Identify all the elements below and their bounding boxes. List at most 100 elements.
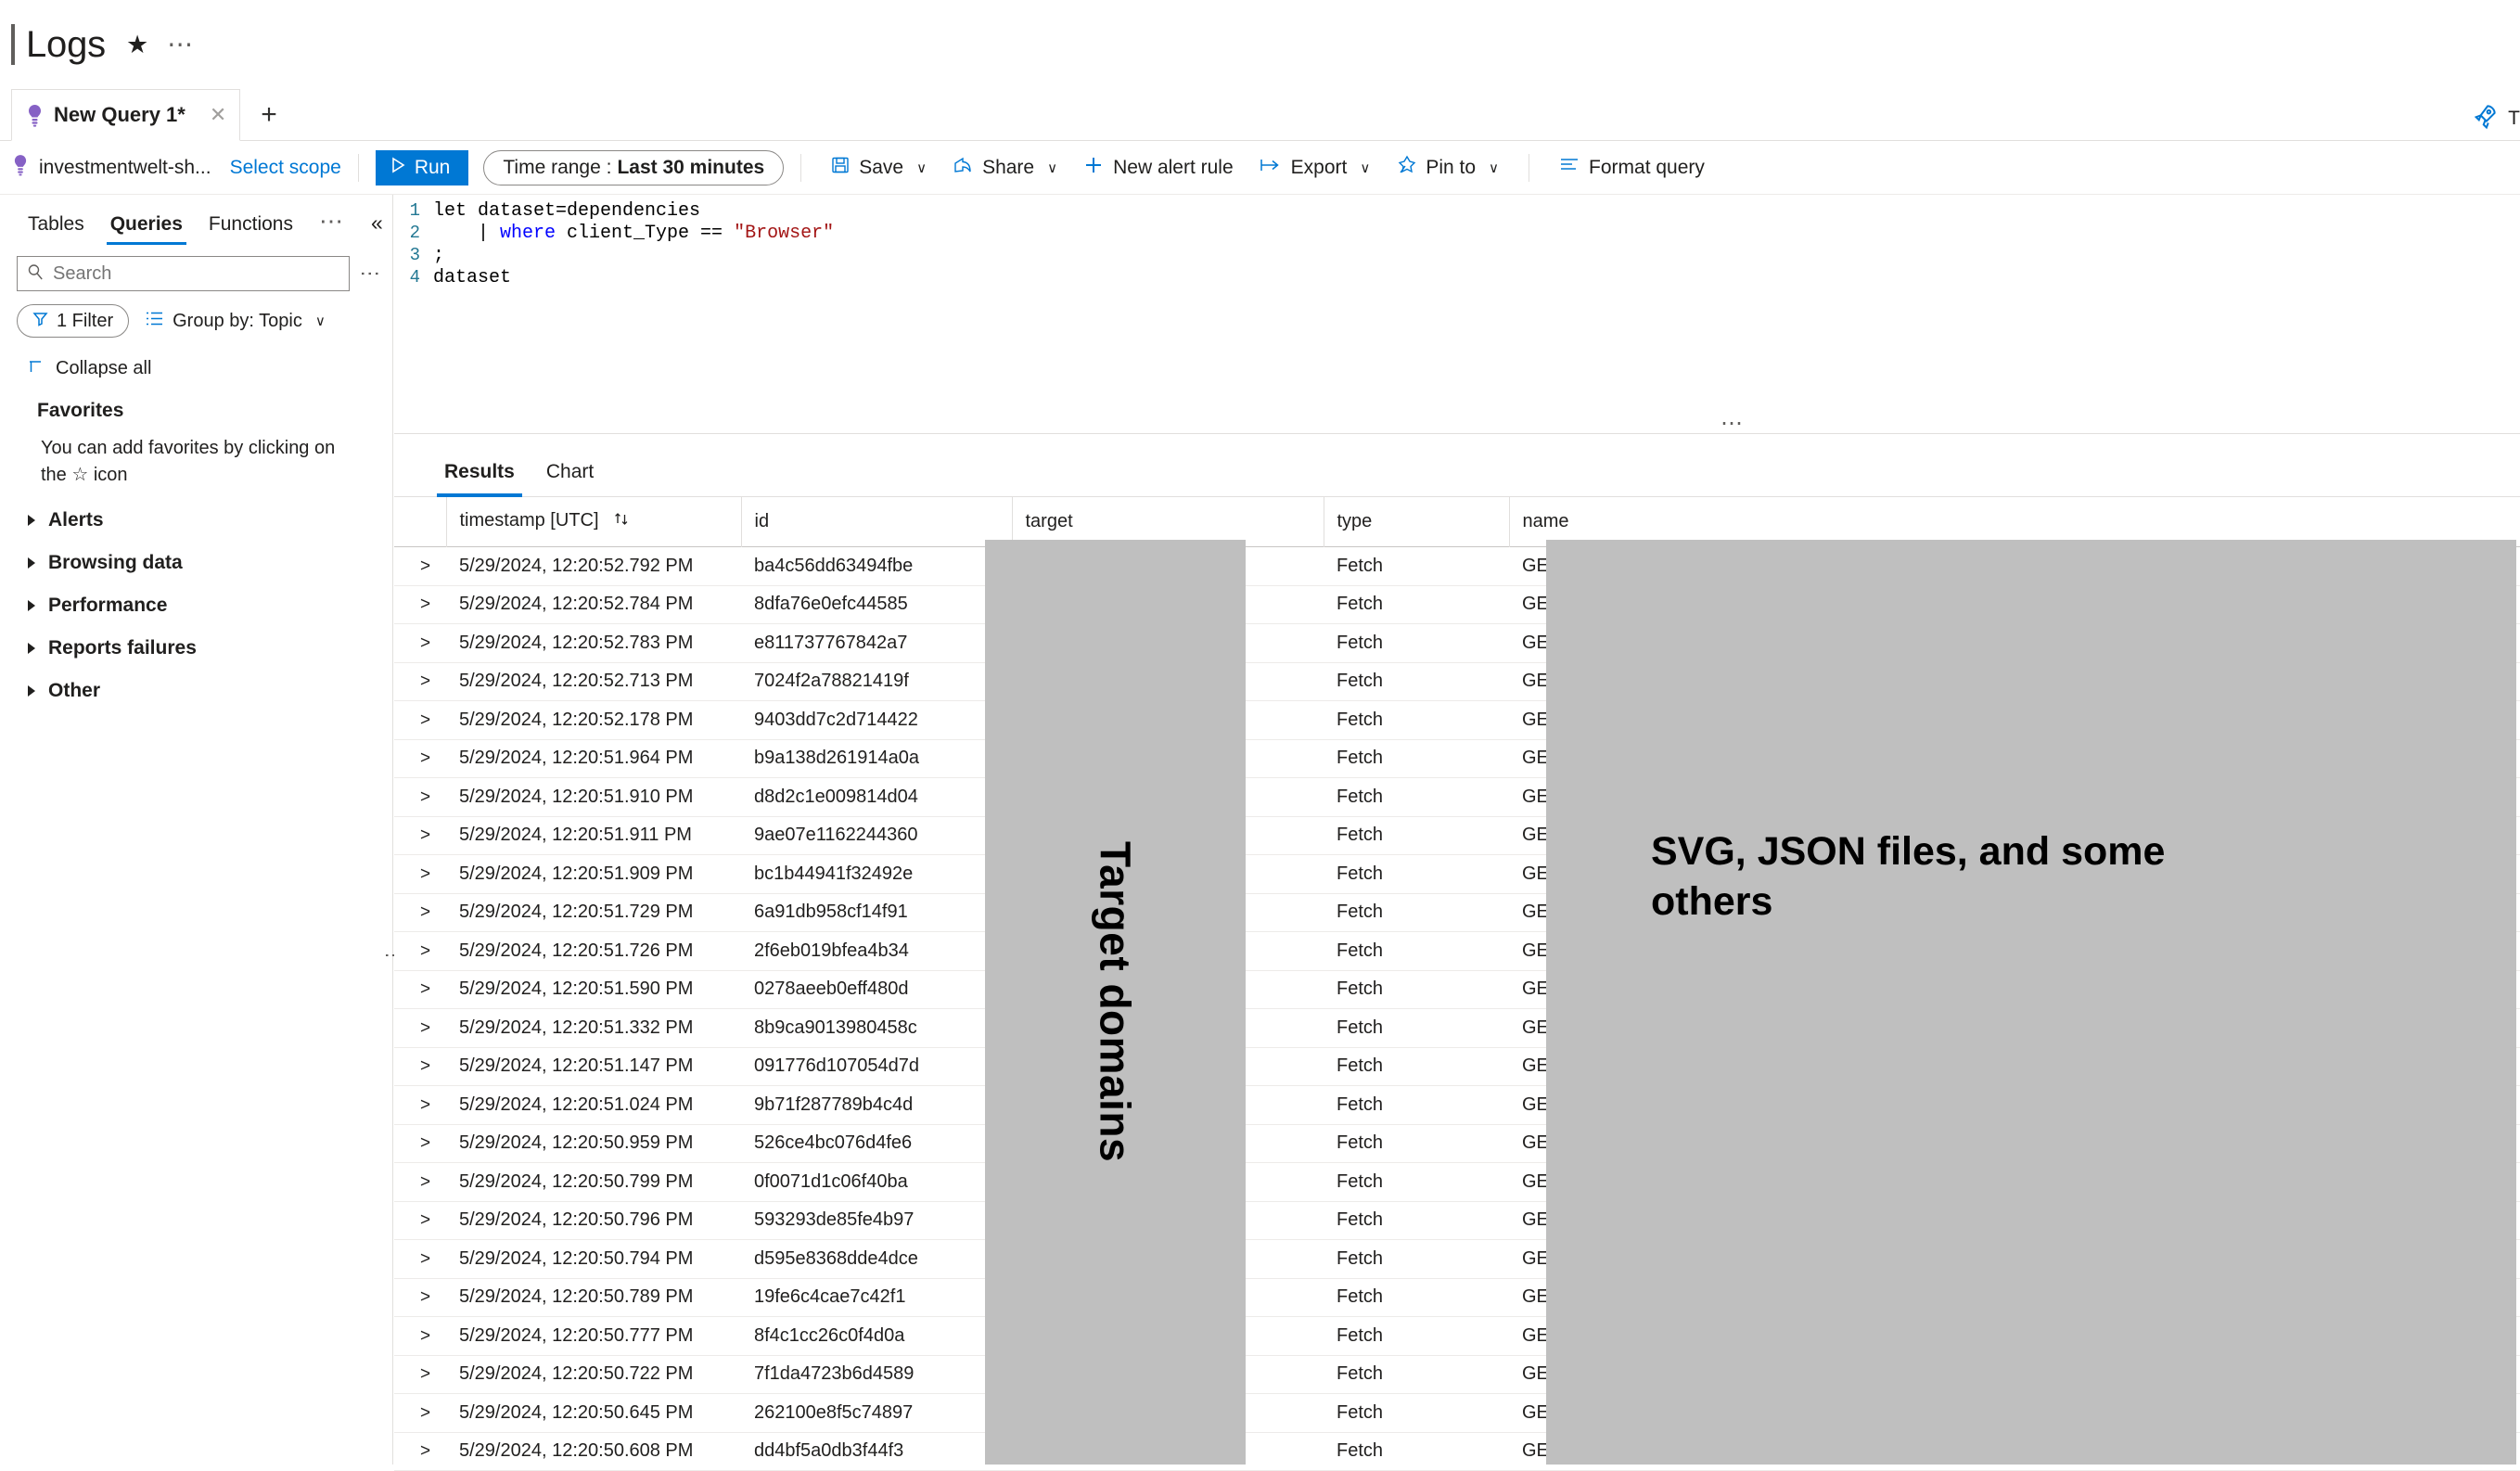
chevron-right-icon[interactable]: > <box>407 1441 430 1461</box>
row-expand-caret[interactable]: > <box>394 1355 446 1394</box>
sidebar-tree-item-alerts[interactable]: Alerts <box>0 489 392 531</box>
time-range-picker[interactable]: Time range : Last 30 minutes <box>483 149 785 185</box>
chevron-right-icon[interactable]: > <box>407 672 430 691</box>
chevron-right-icon[interactable]: > <box>407 710 430 730</box>
chevron-right-icon[interactable]: > <box>407 902 430 922</box>
rocket-icon[interactable] <box>2471 102 2499 134</box>
select-scope-link[interactable]: Select scope <box>230 157 341 179</box>
chevron-right-icon[interactable]: > <box>407 1133 430 1153</box>
editor-resize-handle-icon[interactable]: ⋯ <box>1721 413 1745 434</box>
chevron-double-left-icon[interactable]: « <box>356 211 390 243</box>
tree-item-label: Alerts <box>48 509 104 531</box>
cell-type: Fetch <box>1324 854 1509 894</box>
chevron-right-icon[interactable]: > <box>407 1364 430 1384</box>
row-expand-caret[interactable]: > <box>394 1278 446 1317</box>
format-query-button[interactable]: Format query <box>1546 149 1718 186</box>
share-button[interactable]: Share ∨ <box>940 149 1070 186</box>
kebab-menu-icon[interactable]: ⋮ <box>357 263 383 285</box>
search-icon <box>27 263 44 285</box>
sort-asc-desc-icon[interactable] <box>613 511 630 533</box>
row-expand-caret[interactable]: > <box>394 1432 446 1471</box>
sidebar-tab-tables[interactable]: Tables <box>15 208 97 245</box>
chevron-right-icon[interactable]: > <box>407 825 430 845</box>
chevron-right-icon <box>28 643 35 654</box>
row-expand-caret[interactable]: > <box>394 854 446 894</box>
close-icon[interactable]: ✕ <box>210 103 226 127</box>
scope-selector[interactable]: investmentwelt-sh... <box>13 154 211 181</box>
chevron-right-icon[interactable]: > <box>407 941 430 961</box>
add-query-tab-button[interactable]: + <box>261 99 277 140</box>
search-input[interactable] <box>53 262 339 285</box>
group-by-control[interactable]: Group by: Topic ∨ <box>146 311 326 332</box>
column-header-type[interactable]: type <box>1324 497 1510 547</box>
row-expand-caret[interactable]: > <box>394 662 446 701</box>
chevron-right-icon[interactable]: > <box>407 748 430 768</box>
new-alert-rule-button[interactable]: New alert rule <box>1070 149 1247 186</box>
row-expand-caret[interactable]: > <box>394 1008 446 1048</box>
filter-button[interactable]: 1 Filter <box>17 304 130 338</box>
row-expand-caret[interactable]: > <box>394 585 446 624</box>
query-tab-new-query-1[interactable]: New Query 1* ✕ <box>11 89 241 141</box>
row-expand-caret[interactable]: > <box>394 816 446 855</box>
cell-id: e811737767842a7 <box>741 623 1012 663</box>
row-expand-caret[interactable]: > <box>394 546 446 586</box>
sidebar-tab-queries[interactable]: Queries <box>97 208 196 245</box>
chevron-right-icon[interactable]: > <box>407 787 430 807</box>
save-button[interactable]: Save ∨ <box>818 149 940 186</box>
code-keyword: where <box>500 223 556 244</box>
pin-to-button[interactable]: Pin to ∨ <box>1383 149 1512 186</box>
chevron-right-icon[interactable]: > <box>407 1326 430 1346</box>
row-expand-caret[interactable]: > <box>394 1047 446 1086</box>
row-expand-caret[interactable]: > <box>394 623 446 663</box>
collapse-all-button[interactable]: Collapse all <box>0 338 392 379</box>
sidebar-tree-item-reports-failures[interactable]: Reports failures <box>0 617 392 659</box>
cell-id: b9a138d261914a0a <box>741 739 1012 778</box>
cell-timestamp: 5/29/2024, 12:20:51.147 PM <box>446 1047 741 1086</box>
row-expand-caret[interactable]: > <box>394 1162 446 1202</box>
column-header-timestamp[interactable]: timestamp [UTC] <box>446 497 742 547</box>
row-expand-caret[interactable]: > <box>394 1085 446 1125</box>
sidebar-tree-item-performance[interactable]: Performance <box>0 574 392 617</box>
tab-chart[interactable]: Chart <box>533 461 607 496</box>
run-button[interactable]: Run <box>375 149 469 185</box>
chevron-right-icon[interactable]: > <box>407 1172 430 1192</box>
row-expand-caret[interactable]: > <box>394 777 446 817</box>
sidebar-tree-item-browsing-data[interactable]: Browsing data <box>0 531 392 574</box>
chevron-right-icon[interactable]: > <box>407 1249 430 1269</box>
row-expand-caret[interactable]: > <box>394 970 446 1009</box>
chevron-right-icon <box>28 515 35 526</box>
row-expand-caret[interactable]: > <box>394 893 446 932</box>
row-expand-caret[interactable]: > <box>394 931 446 971</box>
header-more-ellipsis-icon[interactable]: ⋯ <box>167 32 195 58</box>
row-expand-caret[interactable]: > <box>394 739 446 778</box>
chevron-right-icon[interactable]: > <box>407 864 430 884</box>
chevron-right-icon[interactable]: > <box>407 1403 430 1423</box>
chevron-right-icon[interactable]: > <box>407 979 430 999</box>
row-expand-caret[interactable]: > <box>394 1201 446 1240</box>
cell-id: 9ae07e1162244360 <box>741 816 1012 855</box>
query-editor[interactable]: 1 let dataset=dependencies 2 | where cli… <box>394 195 2520 432</box>
export-button[interactable]: Export ∨ <box>1247 149 1384 186</box>
row-expand-caret[interactable]: > <box>394 1124 446 1163</box>
chevron-down-icon: ∨ <box>1047 160 1058 176</box>
chevron-right-icon[interactable]: > <box>407 1095 430 1115</box>
row-expand-caret[interactable]: > <box>394 1393 446 1433</box>
chevron-right-icon[interactable]: > <box>407 1056 430 1076</box>
chevron-right-icon[interactable]: > <box>407 1018 430 1038</box>
chevron-right-icon[interactable]: > <box>407 633 430 653</box>
row-expand-caret[interactable]: > <box>394 1316 446 1356</box>
chevron-right-icon[interactable]: > <box>407 1287 430 1307</box>
row-expand-caret[interactable]: > <box>394 700 446 740</box>
chevron-right-icon[interactable]: > <box>407 1210 430 1230</box>
chevron-right-icon[interactable]: > <box>407 595 430 614</box>
search-box[interactable] <box>17 256 350 291</box>
cell-id: d595e8368dde4dce <box>741 1239 1012 1279</box>
chevron-right-icon[interactable]: > <box>407 556 430 576</box>
tab-results[interactable]: Results <box>431 461 528 497</box>
column-header-id[interactable]: id <box>741 497 1013 547</box>
row-expand-caret[interactable]: > <box>394 1239 446 1279</box>
sidebar-tree-item-other[interactable]: Other <box>0 659 392 702</box>
sidebar-tab-functions[interactable]: Functions <box>196 208 306 245</box>
sidebar-more-ellipsis-icon[interactable]: ⋯ <box>306 209 356 238</box>
favorite-star-icon[interactable]: ★ <box>126 32 148 58</box>
